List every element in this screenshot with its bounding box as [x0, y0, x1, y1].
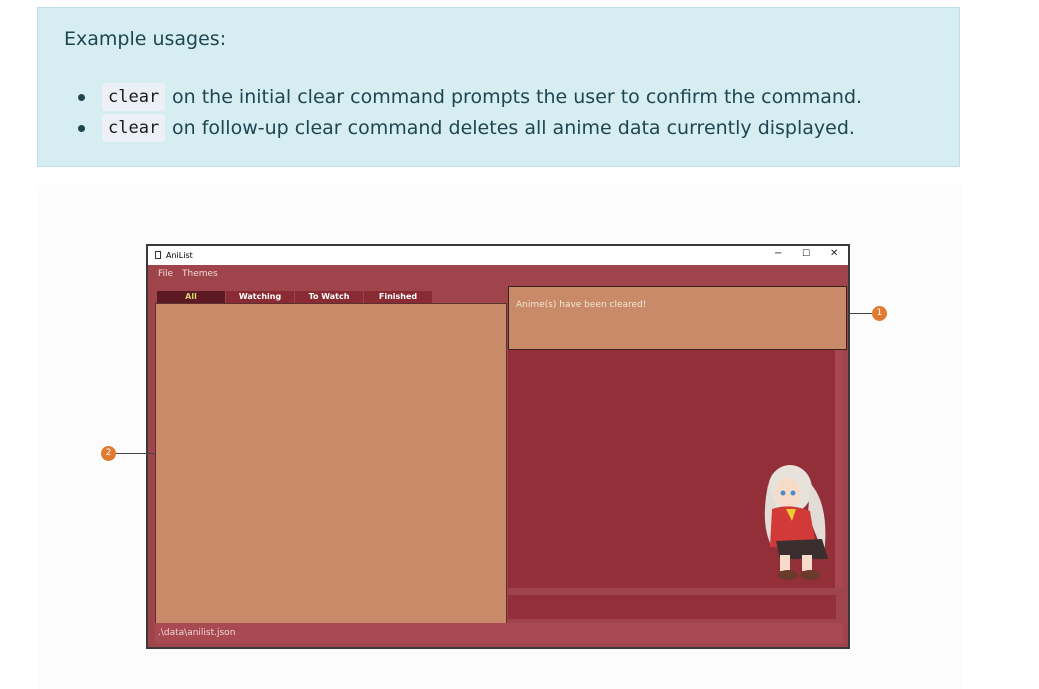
bullet-icon	[78, 125, 85, 132]
eye-left	[780, 490, 786, 496]
leg-left	[780, 555, 790, 571]
shoe-left	[778, 570, 798, 580]
anime-character-illustration	[764, 465, 828, 580]
usage-description: on the initial clear command prompts the…	[172, 86, 863, 108]
menubar: File Themes	[148, 265, 848, 283]
tab-all[interactable]: All	[157, 291, 225, 303]
menu-themes[interactable]: Themes	[182, 269, 218, 279]
menu-file[interactable]: File	[158, 269, 173, 279]
annotation-leader-1	[846, 313, 872, 314]
result-display: Anime(s) have been cleared!	[508, 286, 847, 350]
window-titlebar: AniList − ☐ ✕	[148, 246, 848, 265]
anime-list-panel[interactable]	[155, 303, 507, 628]
result-message: Anime(s) have been cleared!	[516, 300, 647, 310]
command-code: clear	[102, 83, 166, 111]
annotation-leader-2	[116, 453, 154, 454]
maximize-button[interactable]: ☐	[802, 249, 810, 259]
annotation-marker-2: 2	[101, 446, 116, 461]
status-bar: .\data\anilist.json	[155, 623, 843, 643]
status-path: .\data\anilist.json	[158, 628, 236, 638]
example-usages-callout: Example usages: clear on the initial cle…	[37, 7, 960, 167]
tab-watching[interactable]: Watching	[226, 291, 294, 303]
anilist-app-window: AniList − ☐ ✕ File Themes All Watching T…	[146, 244, 850, 649]
command-code: clear	[102, 114, 166, 142]
eye-right	[790, 490, 796, 496]
face	[775, 478, 801, 508]
minimize-button[interactable]: −	[774, 248, 782, 259]
leg-right	[802, 555, 812, 571]
app-icon	[155, 251, 161, 259]
usage-description: on follow-up clear command deletes all a…	[172, 117, 855, 139]
callout-title: Example usages:	[64, 28, 227, 50]
tab-to-watch[interactable]: To Watch	[295, 291, 363, 303]
window-title: AniList	[166, 251, 193, 260]
tab-finished[interactable]: Finished	[364, 291, 432, 303]
shoe-right	[800, 570, 820, 580]
annotation-marker-1: 1	[872, 306, 887, 321]
bullet-icon	[78, 94, 85, 101]
close-button[interactable]: ✕	[830, 248, 838, 259]
command-input[interactable]	[508, 595, 836, 619]
